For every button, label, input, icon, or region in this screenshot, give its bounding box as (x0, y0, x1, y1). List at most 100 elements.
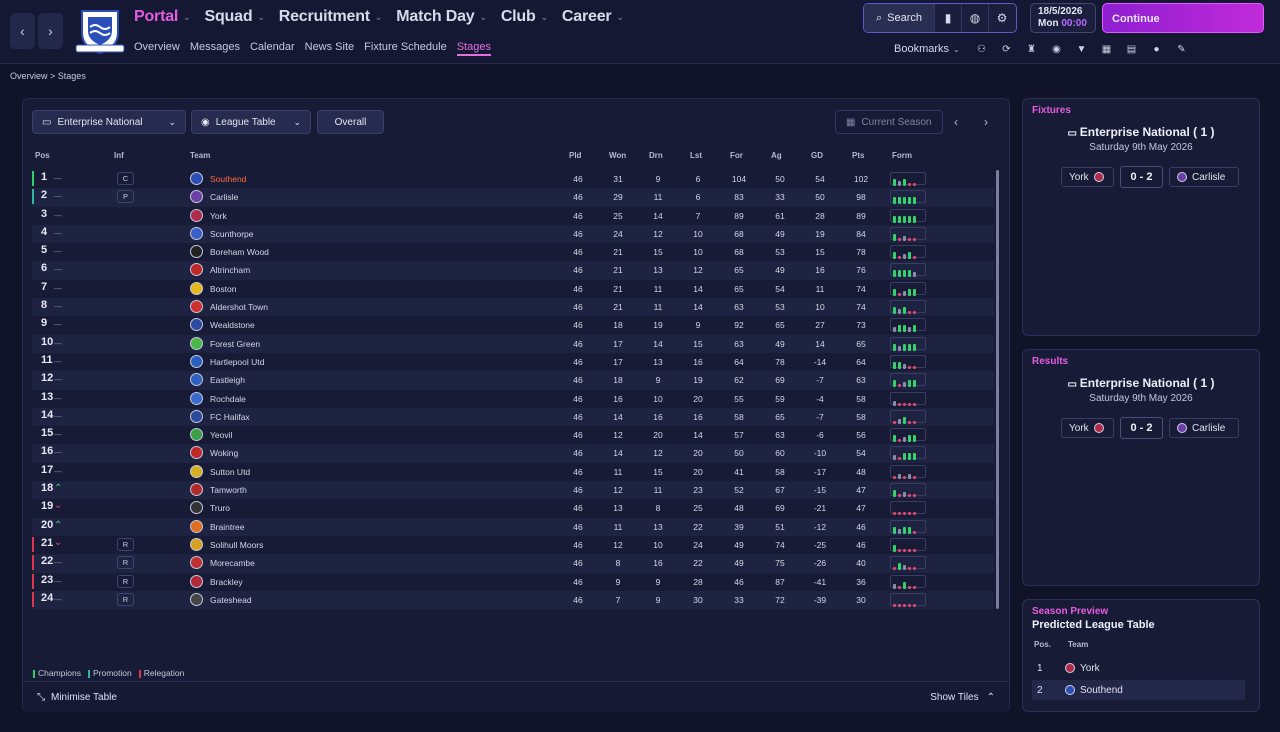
row-form[interactable] (890, 354, 926, 369)
row-form[interactable] (890, 208, 926, 223)
row-form[interactable] (890, 172, 926, 186)
nav-portal[interactable]: Portal ⌄ (134, 8, 191, 26)
row-team[interactable]: Forest Green (210, 339, 260, 349)
show-tiles-button[interactable]: Show Tiles ⌃ (930, 692, 995, 703)
header-pts[interactable]: Pts (852, 151, 864, 160)
table-row[interactable]: 21 ⌄ R Solihull Moors 46 12 10 24 49 74 -25 46 (32, 536, 994, 554)
table-row[interactable]: 18 ⌃ Tamworth 46 12 11 23 52 67 -15 47 (32, 481, 994, 500)
game-date[interactable]: 18/5/2026 Mon 00:00 (1030, 3, 1096, 33)
trophy-icon[interactable]: ♜ (1022, 41, 1041, 57)
continue-button[interactable]: Continue (1102, 3, 1264, 33)
row-team[interactable]: Sutton Utd (210, 467, 250, 477)
subnav-news-site[interactable]: News Site (305, 41, 355, 56)
header-inf[interactable]: Inf (114, 151, 124, 160)
fixtures-title[interactable]: Fixtures (1032, 105, 1071, 116)
table-row[interactable]: 5 — Boreham Wood 46 21 15 10 68 53 15 78 (32, 243, 994, 261)
nav-squad[interactable]: Squad ⌄ (205, 8, 265, 26)
table-row[interactable]: 4 — Scunthorpe 46 24 12 10 68 49 19 84 (32, 224, 994, 244)
settings-button[interactable]: ⚙ (988, 4, 1015, 32)
table-row[interactable]: 15— Yeovil 46 12 20 14 57 63 -6 56 (32, 426, 994, 444)
bookmarks-dropdown[interactable]: Bookmarks ⌄ (894, 43, 960, 55)
row-team[interactable]: Altrincham (210, 265, 250, 275)
row-team[interactable]: Southend (210, 174, 246, 184)
row-form[interactable] (890, 409, 926, 424)
results-title[interactable]: Results (1032, 356, 1068, 367)
table-row[interactable]: 8 — Aldershot Town 46 21 11 14 63 53 10 74 (32, 298, 994, 317)
row-team[interactable]: Yeovil (210, 430, 232, 440)
schedule-icon[interactable]: ▤ (1122, 41, 1141, 57)
row-form[interactable] (890, 300, 926, 315)
target-icon[interactable]: ◉ (1047, 41, 1066, 57)
row-form[interactable] (890, 245, 926, 260)
table-row[interactable]: 22— R Morecambe 46 8 16 22 49 75 -26 40 (32, 554, 994, 573)
row-form[interactable] (890, 263, 926, 278)
view-dropdown[interactable]: ◉ League Table ⌄ (191, 110, 311, 134)
nav-club[interactable]: Club ⌄ (501, 8, 548, 26)
row-team[interactable]: Carlisle (210, 192, 238, 202)
subnav-calendar[interactable]: Calendar (250, 41, 295, 56)
table-row[interactable]: 13— Rochdale 46 16 10 20 55 59 -4 58 (32, 390, 994, 408)
previous-season-button[interactable]: ‹ (954, 115, 958, 129)
row-team[interactable]: Scunthorpe (210, 229, 253, 239)
subnav-overview[interactable]: Overview (134, 41, 180, 56)
row-form[interactable] (890, 428, 926, 443)
back-button[interactable]: ‹ (10, 13, 35, 49)
row-team[interactable]: Truro (210, 503, 230, 513)
row-team[interactable]: Hartlepool Utd (210, 357, 264, 367)
notes-icon[interactable]: ✎ (1172, 41, 1191, 57)
subnav-messages[interactable]: Messages (190, 41, 240, 56)
forward-button[interactable]: › (38, 13, 63, 49)
table-row[interactable]: 12— Eastleigh 46 18 9 19 62 69 -7 63 (32, 371, 994, 390)
subnav-fixture-schedule[interactable]: Fixture Schedule (364, 41, 447, 56)
preview-row[interactable]: 1 York (1032, 658, 1245, 678)
header-won[interactable]: Won (609, 151, 626, 160)
minimise-table-button[interactable]: ⤡ Minimise Table (37, 692, 117, 703)
table-row[interactable]: 9 — Wealdstone 46 18 19 9 92 65 27 73 (32, 316, 994, 334)
overall-button[interactable]: Overall (317, 110, 384, 134)
search-button[interactable]: ⌕ Search (864, 4, 934, 32)
club-crest-icon[interactable] (74, 7, 126, 55)
row-form[interactable] (890, 336, 926, 351)
header-drn[interactable]: Drn (649, 151, 663, 160)
nav-career[interactable]: Career ⌄ (562, 8, 624, 26)
nav-recruitment[interactable]: Recruitment ⌄ (279, 8, 383, 26)
table-row[interactable]: 2 — P Carlisle 46 29 11 6 83 33 50 98 (32, 188, 994, 207)
breadcrumb-overview[interactable]: Overview (10, 71, 48, 81)
preview-title[interactable]: Season Preview (1032, 606, 1108, 617)
next-season-button[interactable]: › (984, 115, 988, 129)
row-form[interactable] (890, 318, 926, 333)
row-form[interactable] (890, 537, 926, 552)
header-lst[interactable]: Lst (690, 151, 702, 160)
row-form[interactable] (890, 446, 926, 461)
shirt-icon[interactable]: ▼ (1072, 41, 1091, 57)
subnav-stages[interactable]: Stages (456, 41, 491, 56)
competition-dropdown[interactable]: ▭ Enterprise National ⌄ (32, 110, 186, 134)
row-team[interactable]: Gateshead (210, 595, 252, 605)
row-team[interactable]: Tamworth (210, 485, 247, 495)
fixtures-score[interactable]: 0 - 2 (1120, 166, 1163, 188)
table-row[interactable]: 3 — York 46 25 14 7 89 61 28 89 (32, 207, 994, 225)
ball-icon[interactable]: ● (1147, 41, 1166, 57)
table-row[interactable]: 20 ⌃ Braintree 46 11 13 22 39 51 -12 46 (32, 517, 994, 536)
header-form[interactable]: Form (892, 151, 912, 160)
results-home-team[interactable]: York (1061, 418, 1114, 438)
row-form[interactable] (890, 464, 926, 479)
preview-row[interactable]: 2 Southend (1032, 680, 1245, 700)
table-row[interactable]: 7 — Boston 46 21 11 14 65 54 11 74 (32, 280, 994, 298)
row-team[interactable]: Aldershot Town (210, 302, 268, 312)
table-row[interactable]: 1 — C Southend 46 31 9 6 104 50 54 102 (32, 170, 994, 188)
table-row[interactable]: 23— R Brackley 46 9 9 28 46 87 -41 36 (32, 573, 994, 591)
bookmark-button[interactable]: ▮ (934, 4, 961, 32)
row-form[interactable] (890, 281, 926, 296)
row-team[interactable]: Morecambe (210, 558, 255, 568)
row-team[interactable]: Boston (210, 284, 236, 294)
table-row[interactable]: 6 — Altrincham 46 21 13 12 65 49 16 76 (32, 261, 994, 280)
header-for[interactable]: For (730, 151, 743, 160)
header-ag[interactable]: Ag (771, 151, 782, 160)
row-form[interactable] (890, 501, 926, 516)
row-team[interactable]: Boreham Wood (210, 247, 269, 257)
row-team[interactable]: Solihull Moors (210, 540, 263, 550)
row-form[interactable] (890, 391, 926, 406)
row-team[interactable]: York (210, 211, 227, 221)
results-away-team[interactable]: Carlisle (1169, 418, 1239, 438)
